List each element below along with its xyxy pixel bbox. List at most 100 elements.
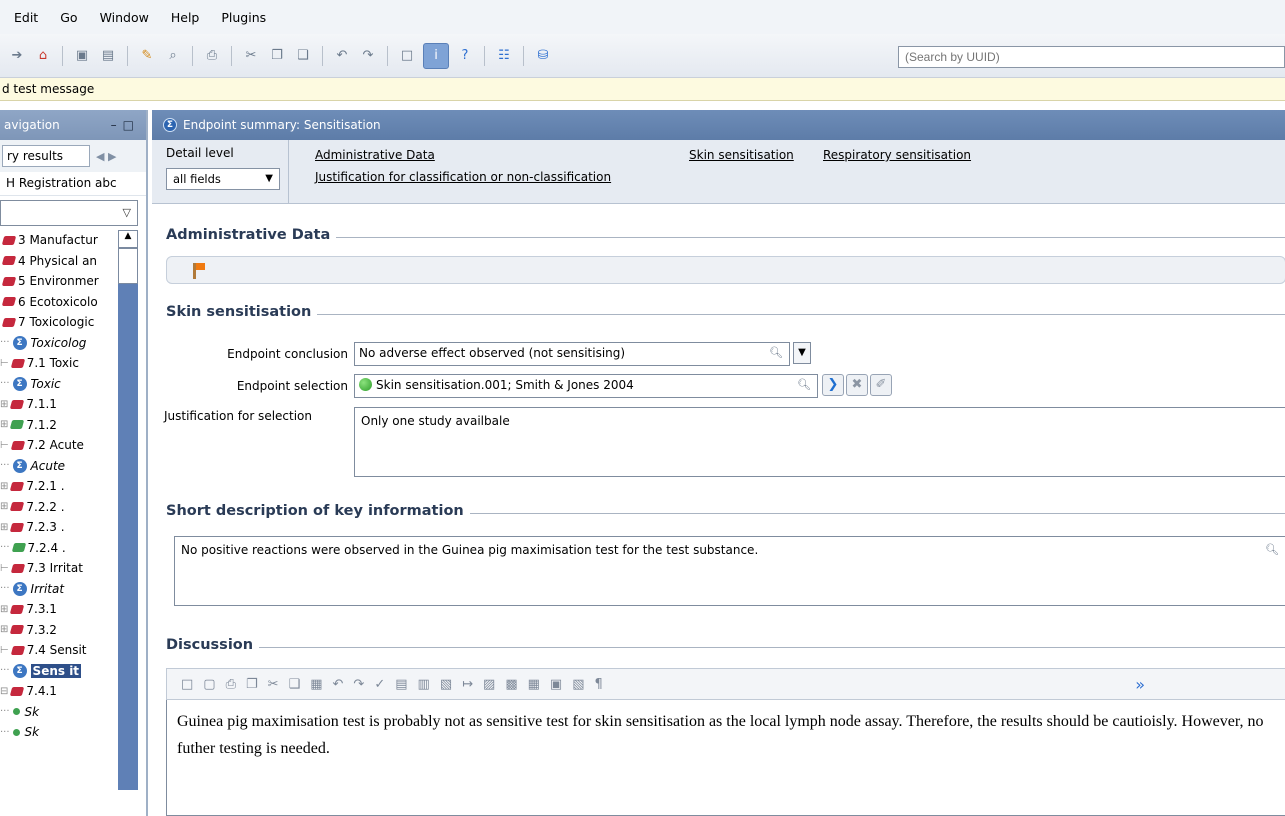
tree-item[interactable]: ··· Σ Irritat [0, 579, 118, 600]
link-justification-classification[interactable]: Justification for classification or non-… [315, 170, 611, 184]
minimize-maximize-icon[interactable]: –□ [111, 118, 140, 132]
justification-textarea[interactable]: Only one study availbale [354, 407, 1285, 477]
book-red-icon [10, 358, 25, 368]
book-red-icon [10, 686, 25, 696]
cut-icon[interactable]: ✂ [241, 46, 261, 66]
tab-query-results[interactable]: ry results [2, 145, 90, 167]
tree-item[interactable]: ··· Σ Toxic [0, 374, 118, 395]
tree-item[interactable]: ⊞ 7.3.2 [0, 620, 118, 641]
tree-item[interactable]: ⊞ 7.2.3 . [0, 517, 118, 538]
detail-level-select[interactable]: all fields [166, 168, 280, 190]
search-icon[interactable]: 🔍︎ [769, 346, 783, 359]
tree-item[interactable]: ⊢ 7.2 Acute [0, 435, 118, 456]
database-icon[interactable]: ⛁ [533, 46, 553, 66]
link-respiratory-sensitisation[interactable]: Respiratory sensitisation [823, 148, 971, 162]
new-icon[interactable]: □ [181, 677, 193, 692]
conclusion-dropdown-button[interactable]: ▼ [793, 342, 811, 364]
tree-item[interactable]: ⊞ 7.1.1 [0, 394, 118, 415]
back-icon[interactable]: ➔ [7, 46, 27, 66]
edit-icon[interactable]: ✎ [137, 46, 157, 66]
expand-toolbar-icon[interactable]: » [1135, 675, 1145, 694]
home-icon[interactable]: ⌂ [33, 46, 53, 66]
tree-item[interactable]: ⊞ 7.3.1 [0, 599, 118, 620]
merge-cells-icon[interactable]: ↦ [462, 677, 473, 692]
paste-icon[interactable]: ❑ [293, 46, 313, 66]
navigation-filter-select[interactable] [0, 200, 138, 226]
menu-go[interactable]: Go [60, 10, 77, 25]
link-skin-sensitisation[interactable]: Skin sensitisation [689, 148, 794, 162]
save-all-icon[interactable]: ▤ [98, 46, 118, 66]
tree-item[interactable]: 5 Environmer [0, 271, 118, 292]
preview-icon[interactable]: ⌕ [163, 46, 183, 66]
tree-item[interactable]: ··· 7.2.4 . [0, 538, 118, 559]
scroll-thumb[interactable] [118, 248, 138, 284]
scroll-up-icon[interactable]: ▲ [118, 230, 138, 248]
redo-icon[interactable]: ↷ [353, 677, 364, 692]
tree-item[interactable]: ··· Sk [0, 702, 118, 723]
tree-item[interactable]: 7 Toxicologic [0, 312, 118, 333]
uuid-search-input[interactable] [898, 46, 1285, 68]
tree-item[interactable]: ⊢ 7.4 Sensit [0, 640, 118, 661]
tree-item[interactable]: ⊟ 7.4.1 [0, 681, 118, 702]
image-icon[interactable]: ▧ [572, 677, 584, 692]
tree-item[interactable]: ··· Σ Acute [0, 456, 118, 477]
tasks-icon[interactable]: ☷ [494, 46, 514, 66]
tree-scrollbar[interactable]: ▲ [118, 230, 138, 790]
cell-properties-icon[interactable]: ▣ [550, 677, 562, 692]
section-title-short-description: Short description of key information [166, 503, 470, 519]
print-icon[interactable]: ⎙ [202, 46, 222, 66]
flag-icon[interactable] [193, 263, 205, 279]
registration-dossier[interactable]: H Registration abc [0, 172, 146, 196]
copy-icon[interactable]: ❐ [246, 677, 258, 692]
menu-edit[interactable]: Edit [14, 10, 38, 25]
link-administrative-data[interactable]: Administrative Data [315, 148, 435, 162]
tab-scroll-arrows-icon[interactable]: ◀ ▶ [96, 150, 116, 163]
search-icon[interactable]: 🔍︎ [797, 378, 811, 391]
insert-column-icon[interactable]: ▧ [440, 677, 452, 692]
table-icon[interactable]: ▦ [310, 677, 322, 692]
redo-icon[interactable]: ↷ [358, 46, 378, 66]
spellcheck-icon[interactable]: ✓ [374, 677, 385, 692]
open-icon[interactable]: ▢ [203, 677, 215, 692]
help-icon[interactable]: ? [455, 46, 475, 66]
table-properties-icon[interactable]: ▦ [528, 677, 540, 692]
tree-item[interactable]: ··· Σ Toxicolog [0, 333, 118, 354]
undo-icon[interactable]: ↶ [332, 46, 352, 66]
remove-selection-button[interactable]: ✖ [846, 374, 868, 396]
insert-row-icon[interactable]: ▥ [418, 677, 430, 692]
go-to-study-button[interactable]: ❯ [822, 374, 844, 396]
cut-icon[interactable]: ✂ [268, 677, 279, 692]
save-icon[interactable]: ▣ [72, 46, 92, 66]
link-icon[interactable]: ✐ [870, 374, 892, 396]
endpoint-selection-field[interactable]: Skin sensitisation.001; Smith & Jones 20… [354, 374, 818, 398]
endpoint-selection-value: Skin sensitisation.001; Smith & Jones 20… [376, 378, 634, 392]
tree-item[interactable]: ··· Σ Sens it [0, 661, 118, 682]
search-icon[interactable]: 🔍︎ [1265, 543, 1279, 556]
administrative-data-bar[interactable] [166, 256, 1285, 284]
insert-table-icon[interactable]: ▤ [395, 677, 407, 692]
document-icon[interactable]: □ [397, 46, 417, 66]
paste-icon[interactable]: ❑ [289, 677, 301, 692]
tree-item[interactable]: ⊢ 7.1 Toxic [0, 353, 118, 374]
delete-column-icon[interactable]: ▩ [505, 677, 517, 692]
tree-item[interactable]: 3 Manufactur [0, 230, 118, 251]
menu-plugins[interactable]: Plugins [221, 10, 266, 25]
tree-item[interactable]: 6 Ecotoxicolo [0, 292, 118, 313]
endpoint-conclusion-field[interactable]: No adverse effect observed (not sensitis… [354, 342, 790, 366]
tree-item[interactable]: ⊞ 7.1.2 [0, 415, 118, 436]
info-panel-icon[interactable]: i [423, 42, 449, 69]
short-description-textarea[interactable]: No positive reactions were observed in t… [174, 536, 1285, 606]
discussion-editor[interactable]: Guinea pig maximisation test is probably… [166, 700, 1285, 816]
tree-item[interactable]: 4 Physical an [0, 251, 118, 272]
pilcrow-icon[interactable]: ¶ [595, 677, 603, 692]
tree-item[interactable]: ⊢ 7.3 Irritat [0, 558, 118, 579]
undo-icon[interactable]: ↶ [333, 677, 344, 692]
delete-row-icon[interactable]: ▨ [483, 677, 495, 692]
print-icon[interactable]: ⎙ [226, 677, 236, 692]
copy-icon[interactable]: ❐ [267, 46, 287, 66]
tree-item[interactable]: ··· Sk [0, 722, 118, 743]
tree-item[interactable]: ⊞ 7.2.2 . [0, 497, 118, 518]
tree-item[interactable]: ⊞ 7.2.1 . [0, 476, 118, 497]
menu-window[interactable]: Window [100, 10, 149, 25]
menu-help[interactable]: Help [171, 10, 200, 25]
